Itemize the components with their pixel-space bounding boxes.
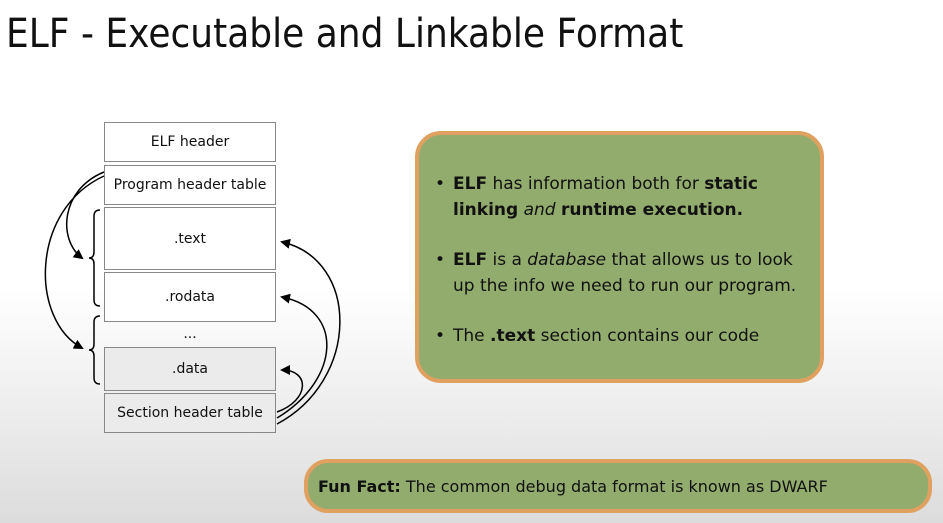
bracket-program-segment-2 <box>88 315 101 385</box>
term-database: database <box>527 250 607 270</box>
fun-fact-box: Fun Fact: The common debug data format i… <box>304 459 932 513</box>
arrow-program-header-to-segment-1 <box>65 171 105 260</box>
info-box: • ELF has information both for static li… <box>415 131 824 383</box>
arrow-section-header-to-data <box>276 365 304 413</box>
fun-fact-label: Fun Fact: <box>318 476 401 496</box>
bullet-text: has information both for <box>487 174 705 194</box>
term-elf: ELF <box>453 174 488 194</box>
info-bullet-3: • The .text section contains our code <box>433 323 810 349</box>
term-runtime-execution: runtime execution. <box>560 200 744 220</box>
fun-fact-text: The common debug data format is known as… <box>400 476 828 496</box>
term-elf: ELF <box>453 250 488 270</box>
bullet-dot: • <box>435 174 446 194</box>
info-bullet-2: • ELF is a database that allows us to lo… <box>433 247 810 299</box>
bracket-program-segment-1 <box>88 209 101 307</box>
arrow-section-header-to-text <box>276 238 341 425</box>
arrow-section-header-to-rodata <box>276 293 328 419</box>
bullet-dot: • <box>435 326 446 346</box>
info-bullet-1: • ELF has information both for static li… <box>433 171 810 223</box>
bullet-text: The <box>453 326 491 346</box>
bullet-dot: • <box>435 250 446 270</box>
term-and: and <box>523 200 556 220</box>
term-text-section: .text <box>490 326 536 346</box>
arrow-program-header-to-segment-2 <box>44 175 105 349</box>
bullet-text: section contains our code <box>535 326 760 346</box>
bullet-text: is a <box>487 250 528 270</box>
